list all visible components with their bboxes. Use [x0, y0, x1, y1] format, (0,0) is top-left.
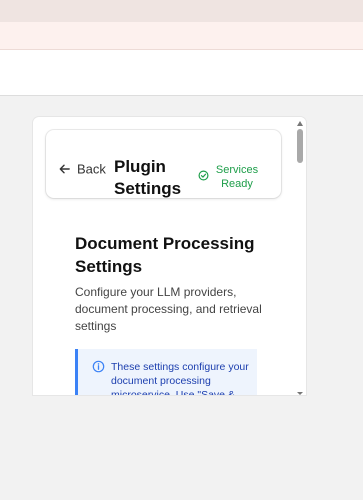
scroll-down-icon[interactable]	[297, 392, 303, 395]
vertical-scrollbar[interactable]	[295, 117, 306, 395]
info-callout: These settings configure your document p…	[75, 349, 257, 395]
panel-content: Back Plugin Settings Services Ready Docu…	[33, 117, 295, 395]
status-indicator: Services Ready	[198, 163, 259, 191]
scroll-thumb[interactable]	[297, 129, 303, 163]
check-circle-icon	[198, 168, 209, 186]
page-title: Plugin Settings	[114, 157, 182, 198]
notification-bar	[0, 22, 363, 50]
info-text: These settings configure your document p…	[111, 361, 249, 395]
status-text: Services Ready	[215, 164, 259, 190]
top-bar	[0, 0, 363, 22]
settings-panel: Back Plugin Settings Services Ready Docu…	[33, 117, 306, 395]
info-circle-icon	[92, 360, 105, 378]
scroll-up-icon[interactable]	[297, 121, 303, 126]
section-title: Document Processing Settings	[75, 234, 255, 276]
back-label: Back	[77, 161, 106, 177]
toolbar	[0, 50, 363, 96]
settings-header: Back Plugin Settings Services Ready	[46, 130, 281, 198]
arrow-left-icon	[58, 163, 71, 176]
section-description: Configure your LLM providers, document p…	[75, 285, 262, 333]
back-button[interactable]: Back	[58, 162, 106, 177]
